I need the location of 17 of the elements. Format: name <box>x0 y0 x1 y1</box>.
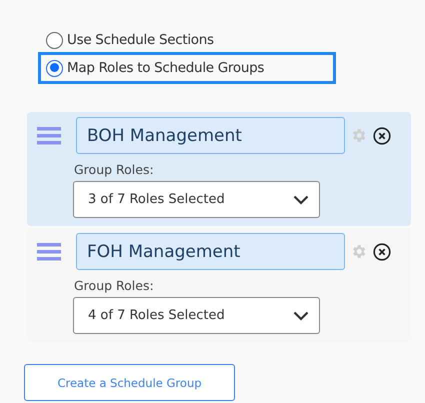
close-icon[interactable] <box>373 126 391 144</box>
roles-dropdown[interactable]: 3 of 7 Roles Selected <box>73 181 320 218</box>
chevron-down-icon <box>293 310 309 320</box>
drag-handle-icon[interactable] <box>37 126 61 144</box>
group-name-field[interactable]: FOH Management <box>76 233 345 270</box>
create-group-button[interactable]: Create a Schedule Group <box>24 364 235 401</box>
radio-label[interactable]: Map Roles to Schedule Groups <box>67 60 264 76</box>
radio-button[interactable] <box>46 32 63 48</box>
close-icon[interactable] <box>373 242 391 260</box>
roles-dropdown[interactable]: 4 of 7 Roles Selected <box>73 297 320 334</box>
group-roles-label: Group Roles: <box>74 162 155 177</box>
group-name-field[interactable]: BOH Management <box>76 117 345 154</box>
chevron-down-icon <box>293 194 309 204</box>
group-roles-label: Group Roles: <box>74 278 155 293</box>
radio-button[interactable] <box>46 60 63 76</box>
drag-handle-icon[interactable] <box>37 242 61 260</box>
radio-label[interactable]: Use Schedule Sections <box>67 32 214 48</box>
